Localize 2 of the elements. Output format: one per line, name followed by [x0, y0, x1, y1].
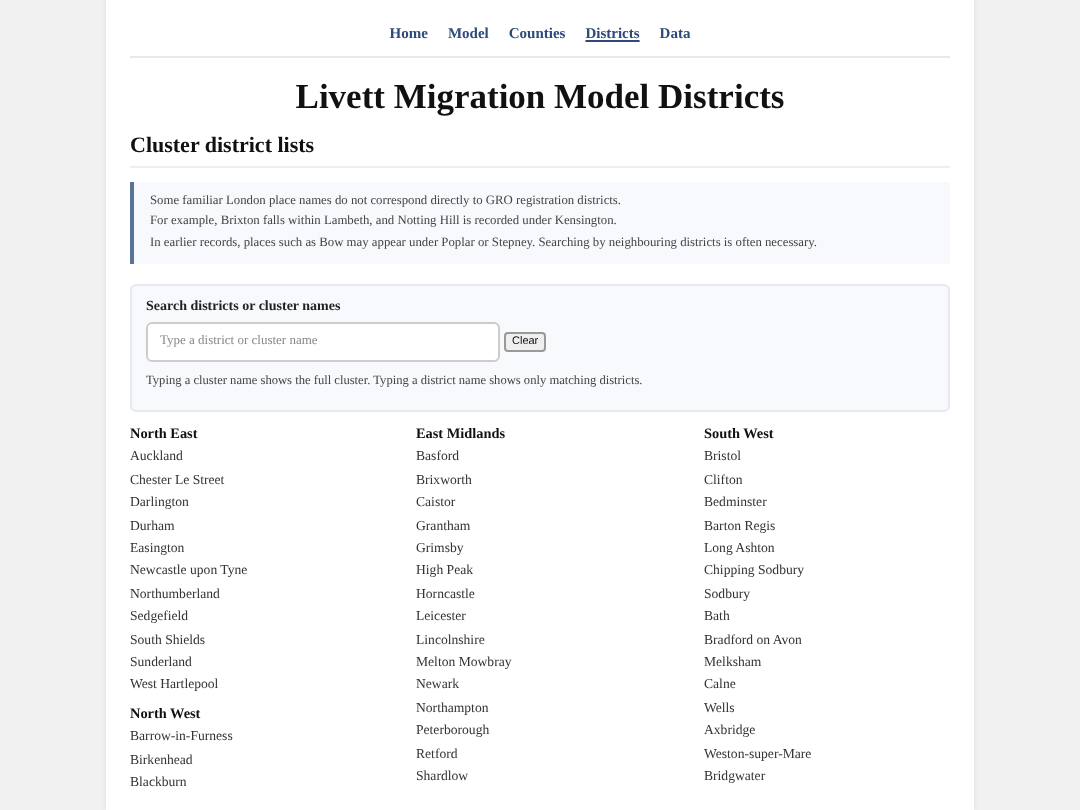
- section-heading: Cluster district lists: [130, 132, 950, 168]
- page-title: Livett Migration Model Districts: [293, 74, 787, 118]
